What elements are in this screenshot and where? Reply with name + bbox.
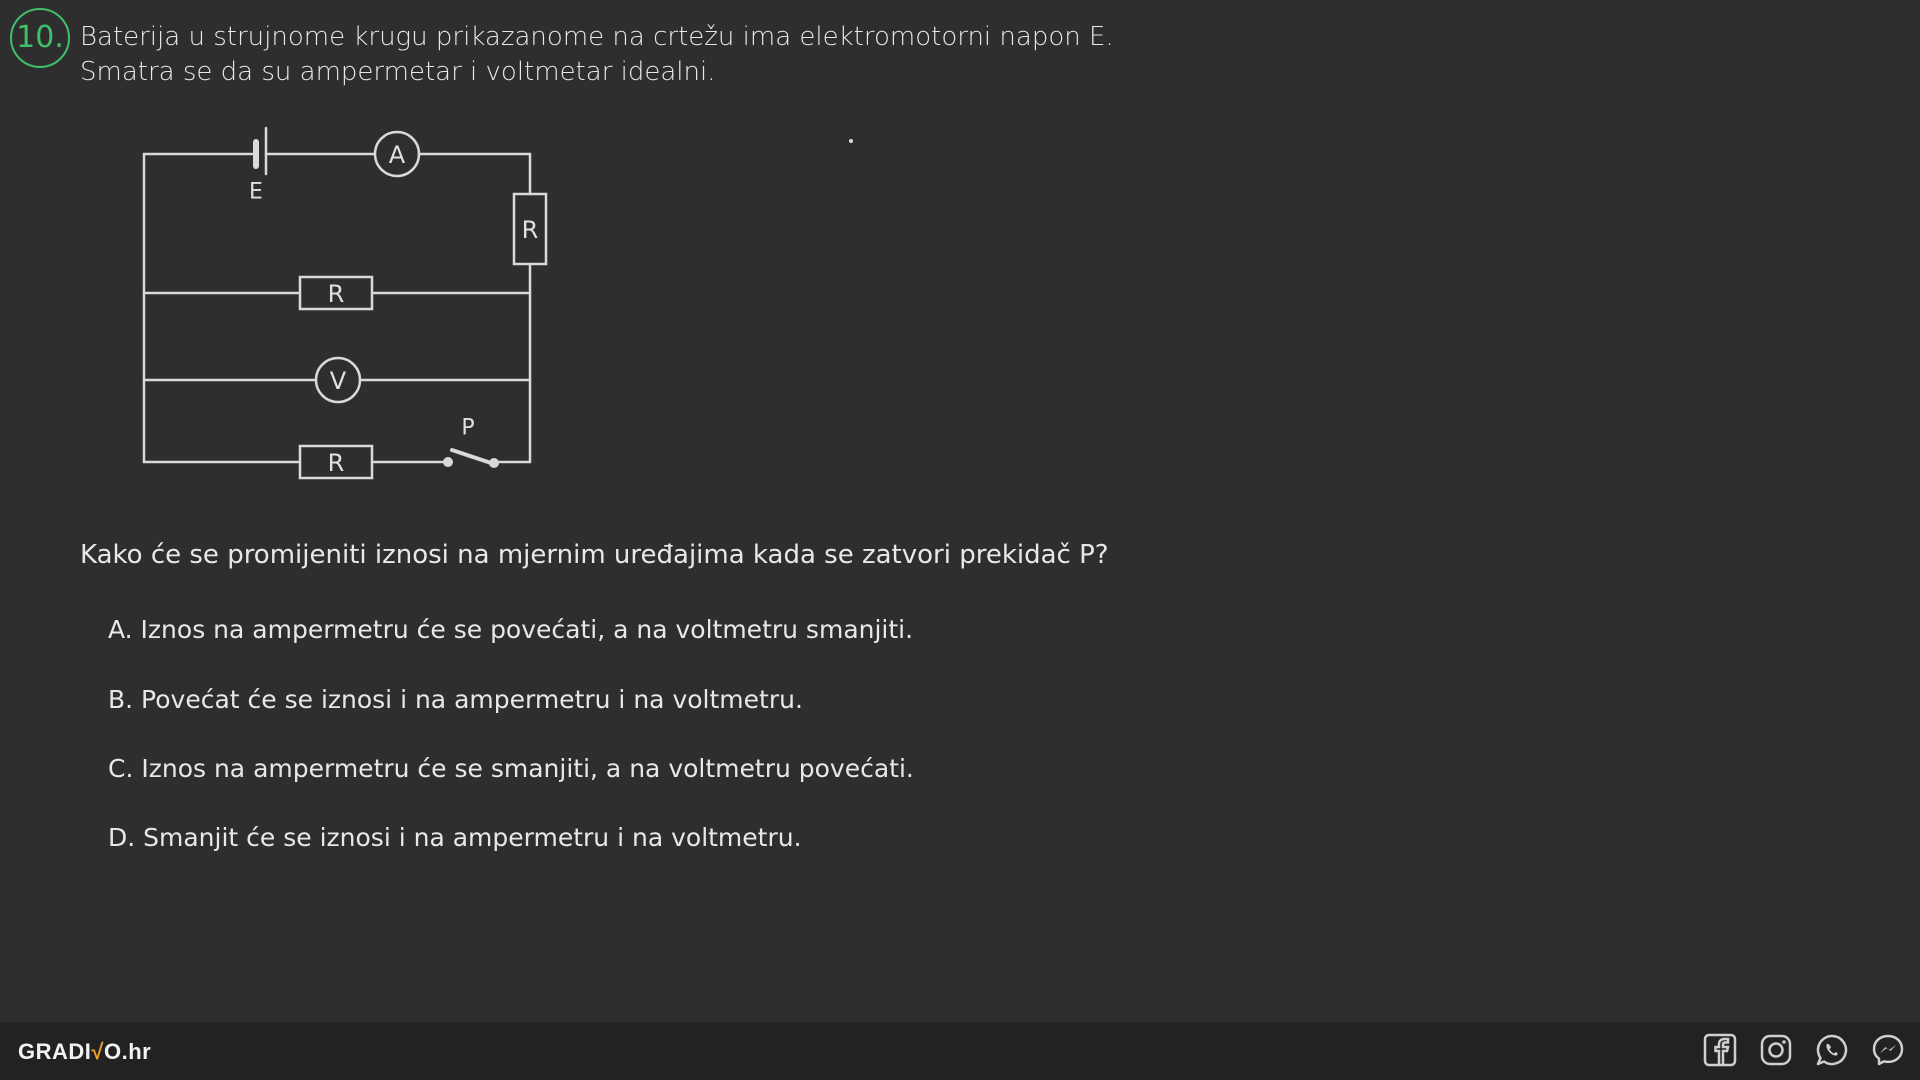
messenger-icon[interactable] <box>1870 1032 1906 1068</box>
switch-contact-left <box>443 457 453 467</box>
question-prompt: Kako će se promijeniti iznosi na mjernim… <box>80 540 1109 570</box>
circuit-diagram: E A R R V R P <box>142 126 548 480</box>
voltmeter-label: V <box>330 367 347 395</box>
resistor-middle-label: R <box>328 280 345 308</box>
answer-option-b: B. Povećat će se iznosi i na ampermetru … <box>108 685 803 714</box>
answer-option-c: C. Iznos na ampermetru će se smanjiti, a… <box>108 754 914 783</box>
answer-option-d: D. Smanjit će se iznosi i na ampermetru … <box>108 823 802 852</box>
instagram-icon[interactable] <box>1758 1032 1794 1068</box>
footer-bar: GRADI√O.hr <box>0 1022 1920 1080</box>
battery-label: E <box>249 180 263 205</box>
answer-option-a: A. Iznos na ampermetru će se povećati, a… <box>108 615 914 644</box>
question-number-badge: 10. <box>10 8 70 68</box>
question-number: 10. <box>16 20 64 55</box>
social-links <box>1702 1032 1906 1068</box>
facebook-icon[interactable] <box>1702 1032 1738 1068</box>
switch-lever <box>450 448 496 466</box>
switch-label: P <box>461 416 474 441</box>
gradivo-logo[interactable]: GRADI√O.hr <box>18 1039 151 1065</box>
whatsapp-icon[interactable] <box>1814 1032 1850 1068</box>
question-line-2: Smatra se da su ampermetar i voltmetar i… <box>80 57 716 87</box>
switch-contact-right <box>489 458 499 468</box>
question-statement: Baterija u strujnome krugu prikazanome n… <box>80 20 1114 90</box>
resistor-bottom-label: R <box>328 449 345 477</box>
chalk-dot <box>849 139 853 143</box>
whiteboard-area: 10. Baterija u strujnome krugu prikazano… <box>0 0 1920 1022</box>
ammeter-label: A <box>389 141 406 169</box>
question-line-1: Baterija u strujnome krugu prikazanome n… <box>80 22 1114 52</box>
logo-tick: √ <box>91 1039 104 1064</box>
logo-text-2: O.hr <box>103 1039 152 1064</box>
resistor-right-label: R <box>522 216 539 244</box>
logo-text-1: GRADI <box>18 1039 92 1064</box>
